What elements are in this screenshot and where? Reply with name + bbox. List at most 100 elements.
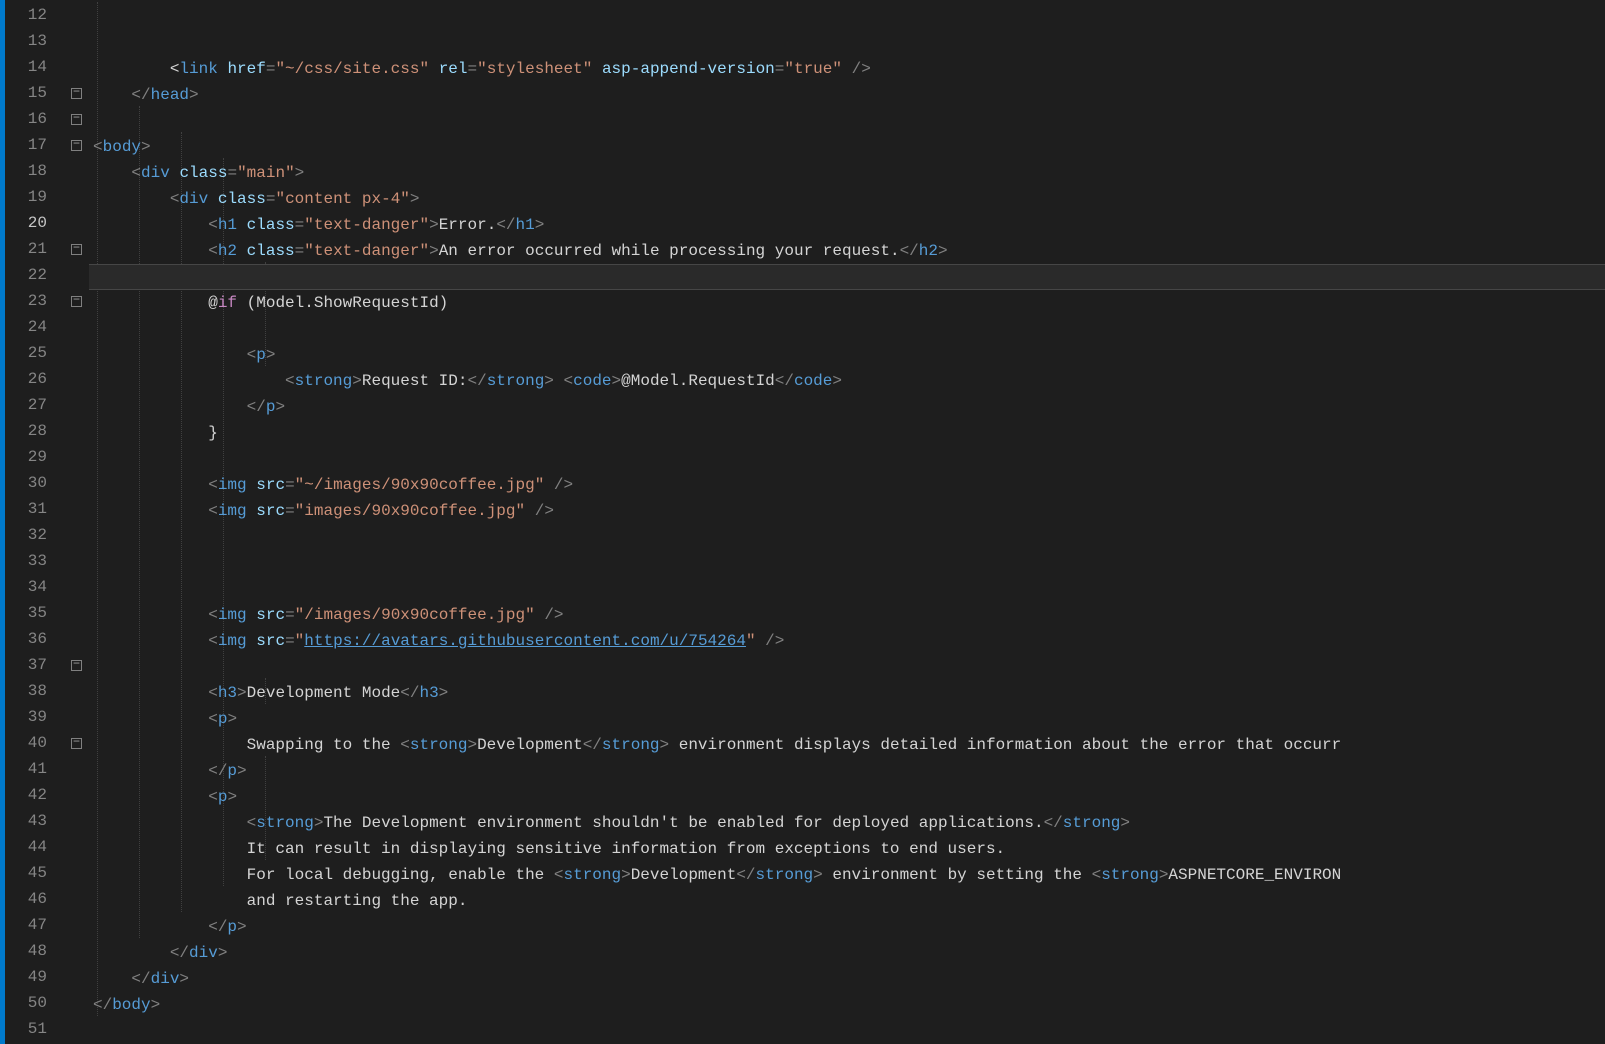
line-number[interactable]: 33 xyxy=(5,548,65,574)
code-line[interactable]: </div> xyxy=(89,940,1605,966)
fold-toggle-icon[interactable] xyxy=(65,730,89,756)
code-line[interactable]: <h3>Development Mode</h3> xyxy=(89,680,1605,706)
code-line[interactable]: For local debugging, enable the <strong>… xyxy=(89,862,1605,888)
code-line[interactable]: <strong>Request ID:</strong> <code>@Mode… xyxy=(89,368,1605,394)
line-number[interactable]: 31 xyxy=(5,496,65,522)
code-line[interactable]: </p> xyxy=(89,758,1605,784)
line-number[interactable]: 22 xyxy=(5,262,65,288)
line-number[interactable]: 27 xyxy=(5,392,65,418)
line-number[interactable]: 41 xyxy=(5,756,65,782)
code-line[interactable]: </body> xyxy=(89,992,1605,1018)
line-number[interactable]: 32 xyxy=(5,522,65,548)
code-line[interactable]: and restarting the app. xyxy=(89,888,1605,914)
fold-toggle-icon[interactable] xyxy=(65,80,89,106)
line-number[interactable]: 20 xyxy=(5,210,65,236)
code-line[interactable]: </p> xyxy=(89,394,1605,420)
code-line[interactable]: </head> xyxy=(89,82,1605,108)
line-number[interactable]: 45 xyxy=(5,860,65,886)
line-number[interactable]: 48 xyxy=(5,938,65,964)
code-line[interactable] xyxy=(89,264,1605,290)
code-line[interactable] xyxy=(89,1018,1605,1044)
code-line[interactable]: <h2 class="text-danger">An error occurre… xyxy=(89,238,1605,264)
line-number[interactable]: 24 xyxy=(5,314,65,340)
fold-spacer xyxy=(65,678,89,704)
fold-spacer xyxy=(65,574,89,600)
code-line[interactable] xyxy=(89,316,1605,342)
line-number[interactable]: 18 xyxy=(5,158,65,184)
line-number[interactable]: 42 xyxy=(5,782,65,808)
fold-spacer xyxy=(65,626,89,652)
code-line[interactable] xyxy=(89,576,1605,602)
code-line[interactable] xyxy=(89,108,1605,134)
fold-spacer xyxy=(65,756,89,782)
code-line[interactable]: <body> xyxy=(89,134,1605,160)
code-line[interactable]: Swapping to the <strong>Development</str… xyxy=(89,732,1605,758)
code-line[interactable]: <p> xyxy=(89,784,1605,810)
fold-toggle-icon[interactable] xyxy=(65,132,89,158)
code-line[interactable]: <div class="main"> xyxy=(89,160,1605,186)
code-line[interactable] xyxy=(89,550,1605,576)
line-number[interactable]: 46 xyxy=(5,886,65,912)
code-line[interactable]: It can result in displaying sensitive in… xyxy=(89,836,1605,862)
line-number[interactable]: 37 xyxy=(5,652,65,678)
line-number[interactable]: 14 xyxy=(5,54,65,80)
code-line[interactable]: } xyxy=(89,420,1605,446)
fold-toggle-icon[interactable] xyxy=(65,652,89,678)
line-number[interactable]: 47 xyxy=(5,912,65,938)
code-line[interactable]: </p> xyxy=(89,914,1605,940)
line-number[interactable]: 38 xyxy=(5,678,65,704)
line-number[interactable]: 39 xyxy=(5,704,65,730)
line-number[interactable]: 21 xyxy=(5,236,65,262)
code-line[interactable]: <img src="https://avatars.githubusercont… xyxy=(89,628,1605,654)
line-number[interactable]: 13 xyxy=(5,28,65,54)
line-number[interactable]: 36 xyxy=(5,626,65,652)
fold-spacer xyxy=(65,964,89,990)
line-number[interactable]: 25 xyxy=(5,340,65,366)
code-line[interactable]: <h1 class="text-danger">Error.</h1> xyxy=(89,212,1605,238)
fold-spacer xyxy=(65,834,89,860)
line-number[interactable]: 35 xyxy=(5,600,65,626)
fold-spacer xyxy=(65,1016,89,1042)
code-line[interactable]: </div> xyxy=(89,966,1605,992)
code-line[interactable] xyxy=(89,654,1605,680)
line-number[interactable]: 50 xyxy=(5,990,65,1016)
line-number[interactable]: 40 xyxy=(5,730,65,756)
line-number[interactable]: 15 xyxy=(5,80,65,106)
line-number[interactable]: 34 xyxy=(5,574,65,600)
code-editor[interactable]: 1213141516171819202122232425262728293031… xyxy=(0,0,1605,1044)
code-line[interactable]: @if (Model.ShowRequestId) xyxy=(89,290,1605,316)
fold-toggle-icon[interactable] xyxy=(65,106,89,132)
line-number[interactable]: 26 xyxy=(5,366,65,392)
code-line[interactable]: <p> xyxy=(89,342,1605,368)
code-line[interactable]: <div class="content px-4"> xyxy=(89,186,1605,212)
fold-column[interactable] xyxy=(65,0,89,1044)
fold-spacer xyxy=(65,704,89,730)
code-line[interactable]: <img src="images/90x90coffee.jpg" /> xyxy=(89,498,1605,524)
fold-spacer xyxy=(65,158,89,184)
line-number[interactable]: 17 xyxy=(5,132,65,158)
line-number[interactable]: 16 xyxy=(5,106,65,132)
fold-toggle-icon[interactable] xyxy=(65,288,89,314)
line-number[interactable]: 44 xyxy=(5,834,65,860)
line-number[interactable]: 19 xyxy=(5,184,65,210)
code-line[interactable]: <img src="~/images/90x90coffee.jpg" /> xyxy=(89,472,1605,498)
code-line[interactable] xyxy=(89,524,1605,550)
line-number[interactable]: 29 xyxy=(5,444,65,470)
code-line[interactable] xyxy=(89,446,1605,472)
code-line[interactable]: <img src="/images/90x90coffee.jpg" /> xyxy=(89,602,1605,628)
line-number[interactable]: 43 xyxy=(5,808,65,834)
line-number[interactable]: 28 xyxy=(5,418,65,444)
line-number[interactable]: 49 xyxy=(5,964,65,990)
code-area[interactable]: <link href="~/css/site.css" rel="stylesh… xyxy=(89,0,1605,1044)
fold-spacer xyxy=(65,28,89,54)
line-number[interactable]: 51 xyxy=(5,1016,65,1042)
fold-spacer xyxy=(65,444,89,470)
code-line[interactable]: <link href="~/css/site.css" rel="stylesh… xyxy=(89,56,1605,82)
line-number-gutter[interactable]: 1213141516171819202122232425262728293031… xyxy=(5,0,65,1044)
fold-toggle-icon[interactable] xyxy=(65,236,89,262)
line-number[interactable]: 23 xyxy=(5,288,65,314)
code-line[interactable]: <p> xyxy=(89,706,1605,732)
line-number[interactable]: 30 xyxy=(5,470,65,496)
code-line[interactable]: <strong>The Development environment shou… xyxy=(89,810,1605,836)
line-number[interactable]: 12 xyxy=(5,2,65,28)
